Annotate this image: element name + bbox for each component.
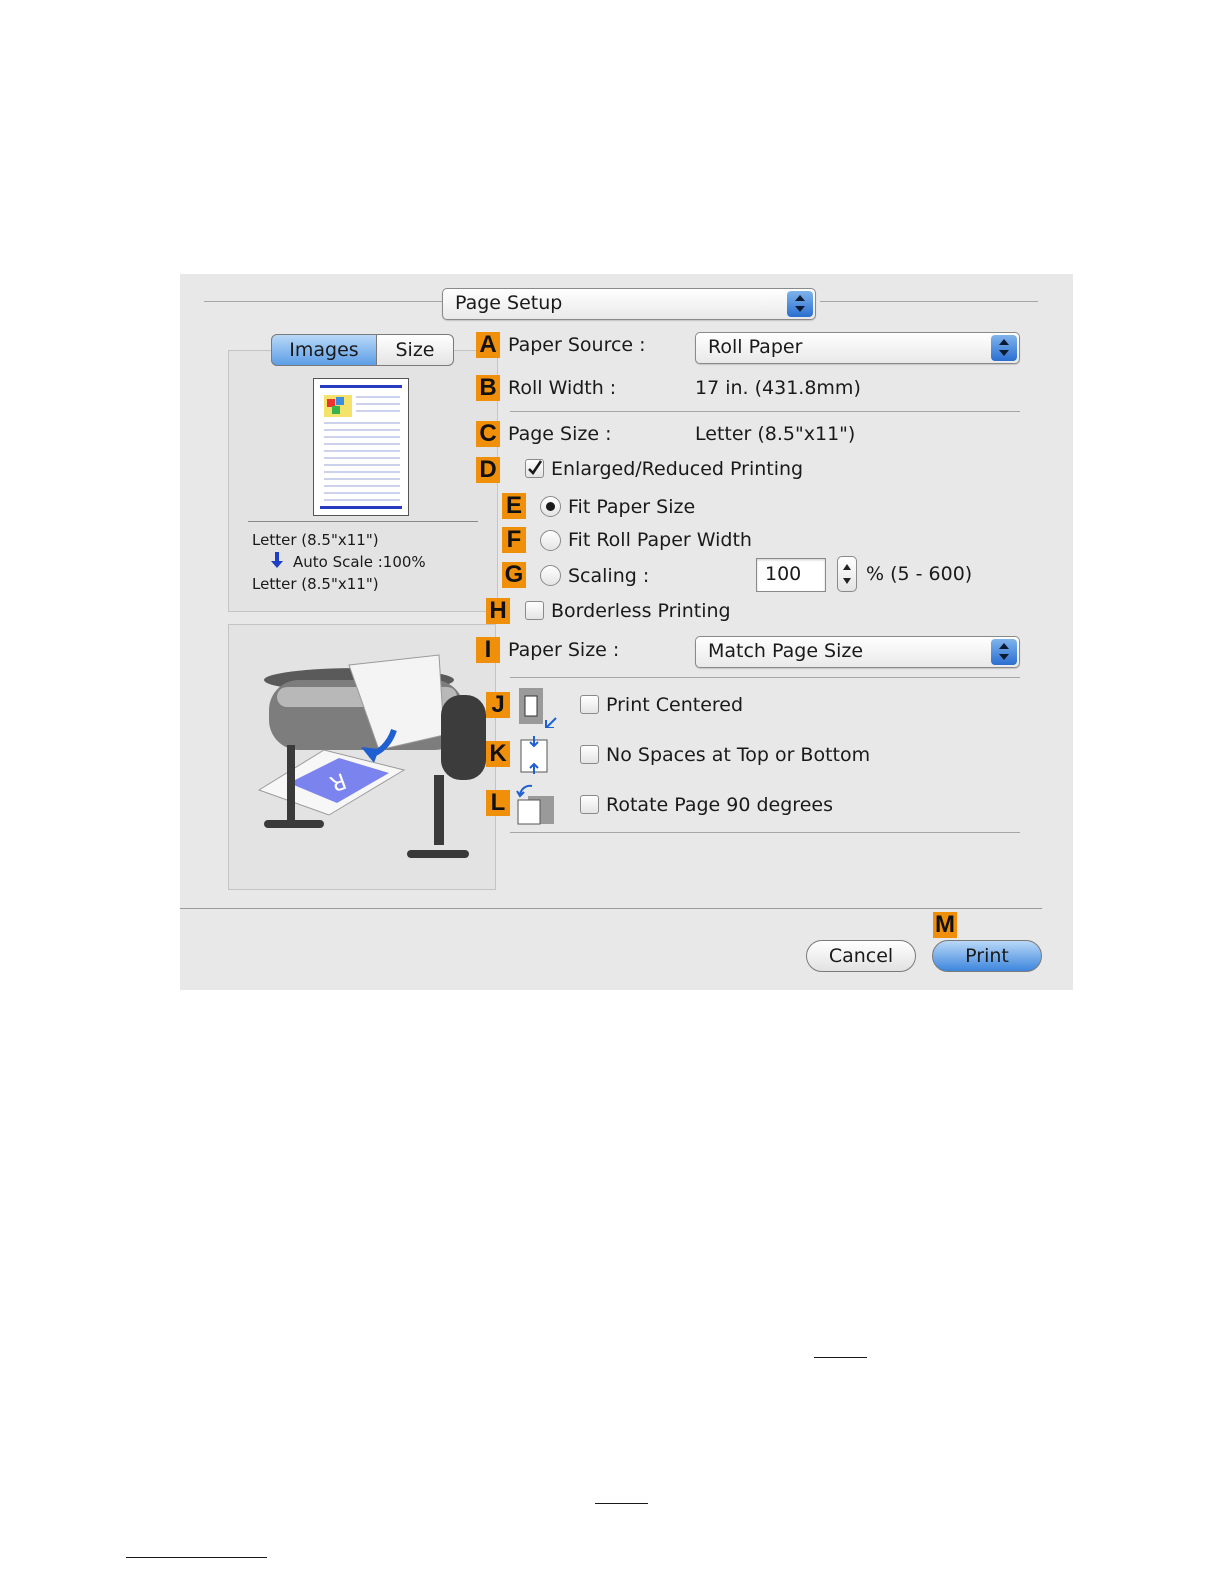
arrow-down-icon xyxy=(270,552,284,568)
no-spaces-icon xyxy=(516,734,558,776)
rotate-page-icon xyxy=(514,782,558,826)
paper-source-label: Paper Source : xyxy=(508,334,646,356)
tab-size[interactable]: Size xyxy=(376,334,454,366)
page-setup-dialog: Page Setup Images Size Letter (8.5"x11")… xyxy=(180,274,1073,990)
preview-auto-scale: Auto Scale :100% xyxy=(293,553,426,571)
fit-paper-size-radio[interactable] xyxy=(540,496,561,517)
roll-width-label: Roll Width : xyxy=(508,377,617,399)
link-underline[interactable] xyxy=(814,1357,867,1358)
badge-h: H xyxy=(486,598,510,624)
badge-i: I xyxy=(476,637,500,663)
paper-size-label: Paper Size : xyxy=(508,639,620,661)
printer-image-box: R xyxy=(228,624,496,890)
badge-f: F xyxy=(502,527,526,553)
preview-source-size: Letter (8.5"x11") xyxy=(252,531,379,549)
panel-popup-value: Page Setup xyxy=(455,292,563,314)
link-underline[interactable] xyxy=(126,1557,267,1558)
badge-j: J xyxy=(486,692,510,718)
paper-source-popup[interactable]: Roll Paper xyxy=(695,332,1020,364)
rotate-checkbox[interactable] xyxy=(580,795,599,814)
roll-width-value: 17 in. (431.8mm) xyxy=(695,377,861,399)
badge-l: L xyxy=(486,790,510,816)
divider xyxy=(820,301,1038,302)
badge-b: B xyxy=(476,375,500,401)
divider xyxy=(204,301,444,302)
enlarged-reduced-label: Enlarged/Reduced Printing xyxy=(551,458,804,480)
divider xyxy=(510,411,1020,412)
page-size-label: Page Size : xyxy=(508,423,612,445)
print-centered-label: Print Centered xyxy=(606,694,744,716)
fit-roll-width-radio[interactable] xyxy=(540,530,561,551)
divider xyxy=(248,521,478,522)
preview-output-size: Letter (8.5"x11") xyxy=(252,575,379,593)
scaling-radio[interactable] xyxy=(540,565,561,586)
paper-size-value: Match Page Size xyxy=(708,640,864,662)
scaling-input[interactable]: 100 xyxy=(756,558,826,592)
scaling-input-value: 100 xyxy=(765,563,802,585)
checkmark-icon xyxy=(528,460,543,475)
popup-arrows-icon xyxy=(991,335,1017,361)
page-thumbnail-icon xyxy=(313,378,409,516)
borderless-checkbox[interactable] xyxy=(525,601,544,620)
no-spaces-checkbox[interactable] xyxy=(580,745,599,764)
print-centered-icon xyxy=(516,686,558,729)
panel-popup[interactable]: Page Setup xyxy=(442,288,816,320)
popup-arrows-icon xyxy=(787,291,813,317)
paper-source-value: Roll Paper xyxy=(708,336,803,358)
fit-paper-size-label: Fit Paper Size xyxy=(568,496,696,518)
tab-images[interactable]: Images xyxy=(271,334,377,366)
paper-size-popup[interactable]: Match Page Size xyxy=(695,636,1020,668)
badge-g: G xyxy=(502,562,526,588)
badge-a: A xyxy=(476,332,500,358)
badge-m: M xyxy=(933,911,957,938)
popup-arrows-icon xyxy=(991,639,1017,665)
scaling-range: % (5 - 600) xyxy=(866,563,973,585)
link-underline[interactable] xyxy=(595,1503,648,1504)
divider xyxy=(510,832,1020,833)
print-button[interactable]: Print xyxy=(932,940,1042,972)
cancel-button[interactable]: Cancel xyxy=(806,940,916,972)
badge-k: K xyxy=(486,741,510,767)
scaling-label: Scaling : xyxy=(568,565,650,587)
no-spaces-label: No Spaces at Top or Bottom xyxy=(606,744,871,766)
print-centered-checkbox[interactable] xyxy=(580,695,599,714)
divider xyxy=(180,908,1042,909)
divider xyxy=(510,677,1020,678)
borderless-label: Borderless Printing xyxy=(551,600,731,622)
badge-c: C xyxy=(476,421,500,447)
scaling-stepper[interactable] xyxy=(837,556,857,592)
fit-roll-width-label: Fit Roll Paper Width xyxy=(568,529,752,551)
printer-illustration-icon: R xyxy=(257,654,486,858)
rotate-label: Rotate Page 90 degrees xyxy=(606,794,833,816)
enlarged-reduced-checkbox[interactable] xyxy=(525,459,544,478)
stepper-arrows-icon xyxy=(843,564,851,584)
badge-d: D xyxy=(476,457,500,483)
page-size-value: Letter (8.5"x11") xyxy=(695,423,856,445)
badge-e: E xyxy=(502,493,526,519)
